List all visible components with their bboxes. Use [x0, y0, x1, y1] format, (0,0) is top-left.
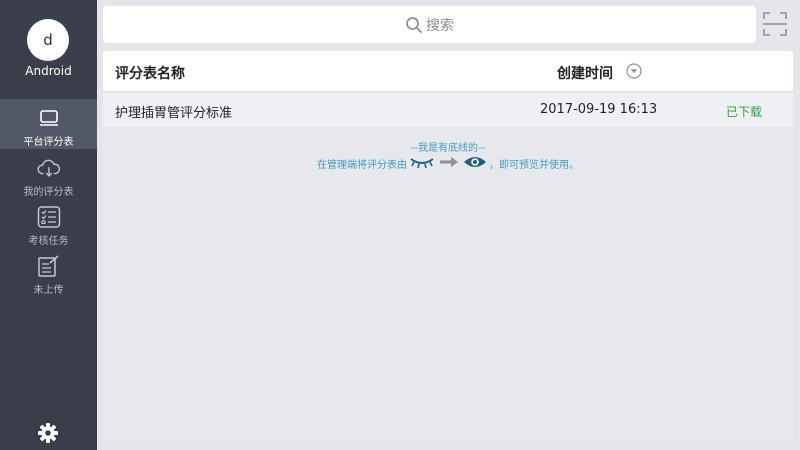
scoresheet-list-panel: 评分表名称 创建时间 护理插胃管评分标准 2017-09-19 16:13 已下… [103, 51, 793, 444]
nav-label: 未上传 [33, 285, 64, 296]
nav-item-platform-scoresheets[interactable]: 平台评分表 [0, 99, 97, 149]
column-header-time[interactable]: 创建时间 [557, 63, 613, 83]
search-placeholder: 搜索 [426, 17, 454, 34]
column-header-name: 评分表名称 [115, 66, 185, 82]
arrow-right-icon [439, 156, 459, 171]
table-row[interactable]: 护理插胃管评分标准 2017-09-19 16:13 已下载 [103, 93, 793, 127]
nav-item-my-scoresheets[interactable]: 我的评分表 [0, 149, 97, 199]
end-of-list-note: --我是有底线的-- [410, 143, 486, 154]
preview-hint: 在管理端将评分表由 ，即可预览并使用。 [103, 155, 793, 172]
chevron-down-icon[interactable] [626, 63, 642, 79]
username: Android [25, 64, 72, 78]
checklist-icon [37, 206, 61, 228]
nav-label: 平台评分表 [23, 137, 74, 148]
status-badge: 已下载 [726, 105, 763, 119]
table-header: 评分表名称 创建时间 [103, 51, 793, 92]
nav-item-not-uploaded[interactable]: 未上传 [0, 247, 97, 297]
tablet-icon [37, 107, 61, 129]
nav-item-assessment-tasks[interactable]: 考核任务 [0, 198, 97, 248]
nav-label: 我的评分表 [23, 187, 74, 198]
avatar[interactable]: d [27, 19, 69, 61]
search-input[interactable]: 搜索 [103, 6, 756, 43]
scan-icon[interactable] [762, 11, 788, 37]
row-time: 2017-09-19 16:13 [540, 102, 658, 117]
nav-label: 考核任务 [28, 236, 69, 247]
eye-icon [463, 155, 487, 172]
hint-prefix: 在管理端将评分表由 [317, 160, 407, 171]
hint-suffix: ，即可预览并使用。 [489, 160, 579, 171]
edit-note-icon [37, 255, 61, 277]
cloud-download-icon [36, 157, 61, 179]
gear-icon[interactable] [37, 422, 59, 444]
eye-closed-icon [409, 155, 435, 172]
row-name: 护理插胃管评分标准 [115, 106, 233, 121]
sidebar: d Android 平台评分表 我的评分表 考核任务 未上传 [0, 0, 97, 450]
search-icon [405, 16, 423, 34]
